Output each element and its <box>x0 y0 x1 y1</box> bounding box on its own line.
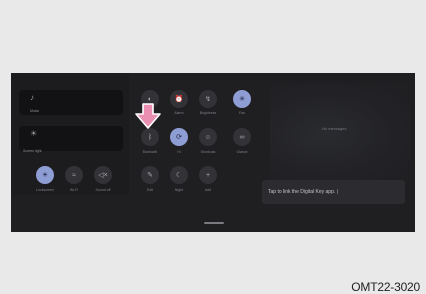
sound-off-toggle[interactable]: ◁× <box>94 166 112 184</box>
fan-toggle[interactable]: ✳ <box>233 90 251 108</box>
night-toggle[interactable]: ☾ <box>170 166 188 184</box>
glance-toggle[interactable]: ∞ <box>233 128 251 146</box>
sync-label: Hi <box>177 150 181 154</box>
bluetooth-toggle[interactable]: ᛒ <box>141 128 159 146</box>
bluetooth-icon: ᛒ <box>147 133 153 141</box>
alarm-toggle[interactable]: ⏰ <box>170 90 188 108</box>
sound-off-label: Sound off <box>95 188 111 192</box>
flash-icon: ↯ <box>205 95 211 103</box>
music-icon: ♪ <box>30 93 34 102</box>
no-messages-text: No messages <box>322 126 347 131</box>
wifi-label: Wi-Fi <box>69 188 79 192</box>
glance-label: Glance <box>236 150 248 154</box>
brightness-icon: ☀ <box>30 129 38 138</box>
add-tile-button[interactable]: + <box>199 166 217 184</box>
shortcuts-label: Shortcuts <box>200 150 216 154</box>
lockscreen-label: Lockscreen <box>36 188 54 192</box>
wifi-toggle[interactable]: ≈ <box>65 166 83 184</box>
night-label: Night <box>174 188 184 192</box>
alarm-icon: ⏰ <box>174 95 184 103</box>
pointer-arrow-icon <box>135 103 161 129</box>
edit-icon: ✎ <box>147 171 153 179</box>
sync-toggle[interactable]: ⟳ <box>170 128 188 146</box>
digital-key-banner-text: Tap to link the Digital Key app. ⟩ <box>268 189 339 195</box>
brightness-toggle[interactable]: ↯ <box>199 90 217 108</box>
screen-light-tile[interactable]: ☀ Screen light <box>19 126 123 153</box>
alarm-label: Alarm <box>174 111 184 115</box>
moon-small-icon: ☾ <box>175 171 183 179</box>
edit-toggle[interactable]: ✎ <box>141 166 159 184</box>
add-label: Add <box>204 188 212 192</box>
drag-handle[interactable] <box>204 222 224 224</box>
fan-icon: ✳ <box>239 95 245 103</box>
brightness-label: Brightness <box>199 111 217 115</box>
moon-icon: ◐ <box>147 95 153 103</box>
music-tile-label: Music <box>30 109 40 113</box>
fan-label: Fan <box>238 111 246 115</box>
shortcuts-toggle[interactable]: ☺ <box>199 128 217 146</box>
glasses-icon: ∞ <box>239 133 245 141</box>
bluetooth-label: Bluetooth <box>142 150 158 154</box>
plus-icon: + <box>205 171 211 179</box>
notification-area <box>270 84 410 184</box>
music-tile[interactable]: ♪ Music <box>19 90 123 115</box>
volume-off-icon: ◁× <box>98 171 108 179</box>
person-icon: ☺ <box>204 133 212 141</box>
digital-key-banner[interactable]: Tap to link the Digital Key app. ⟩ <box>262 180 405 204</box>
wifi-icon: ≈ <box>72 171 76 179</box>
sun-icon: ☀ <box>41 171 49 179</box>
screen-light-tile-label: Screen light <box>23 149 42 153</box>
sync-icon: ⟳ <box>176 133 182 141</box>
figure-code: OMT22-3020 <box>351 280 420 294</box>
lockscreen-toggle[interactable]: ☀ <box>36 166 54 184</box>
edit-label: Edit <box>146 188 154 192</box>
